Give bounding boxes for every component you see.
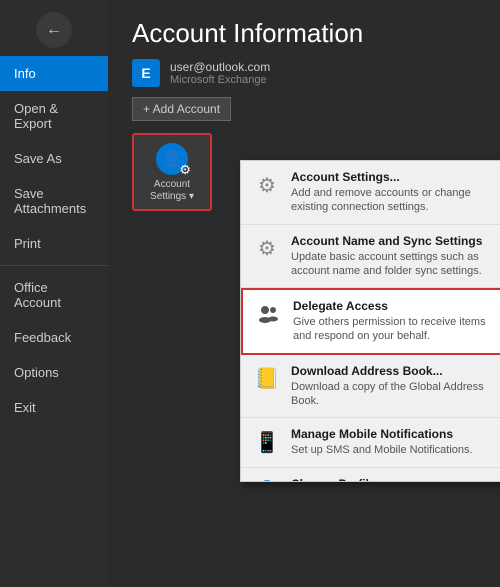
account-settings-title: Account Settings... — [291, 170, 497, 184]
account-type: Microsoft Exchange — [170, 74, 270, 86]
dropdown-item-mobile-notifications[interactable]: 📱 Manage Mobile Notifications Set up SMS… — [241, 418, 500, 467]
account-settings-icon: 👤 — [156, 143, 188, 175]
sidebar-item-office-account[interactable]: Office Account — [0, 270, 108, 320]
account-settings-desc: Add and remove accounts or change existi… — [291, 186, 497, 215]
account-bar: E user@outlook.com Microsoft Exchange — [108, 59, 500, 97]
people-icon — [255, 300, 283, 328]
gear-icon: ⚙ — [253, 171, 281, 199]
account-name-sync-desc: Update basic account settings such as ac… — [291, 250, 497, 279]
change-profile-title: Change Profile — [291, 477, 497, 481]
person-icon: 👤 — [253, 478, 281, 481]
delegate-access-desc: Give others permission to receive items … — [293, 315, 495, 344]
gear2-icon: ⚙ — [253, 235, 281, 263]
main-content: Account Information E user@outlook.com M… — [108, 0, 500, 587]
sidebar-item-save-as[interactable]: Save As — [0, 141, 108, 176]
dropdown-item-account-settings[interactable]: ⚙ Account Settings... Add and remove acc… — [241, 161, 500, 225]
account-settings-button[interactable]: 👤 Account Settings ▾ — [132, 133, 212, 211]
page-title: Account Information — [108, 0, 500, 59]
sidebar-item-info[interactable]: Info — [0, 56, 108, 91]
add-account-label: + Add Account — [143, 102, 220, 116]
download-address-book-desc: Download a copy of the Global Address Bo… — [291, 380, 497, 409]
add-account-button[interactable]: + Add Account — [132, 97, 231, 121]
account-settings-label: Account Settings ▾ — [140, 179, 204, 203]
sidebar-item-save-attachments[interactable]: Save Attachments — [0, 176, 108, 226]
phone-icon: 📱 — [253, 428, 281, 456]
dropdown-item-delegate-access[interactable]: Delegate Access Give others permission t… — [241, 288, 500, 355]
book-icon: 📒 — [253, 365, 281, 393]
mobile-notifications-desc: Set up SMS and Mobile Notifications. — [291, 443, 497, 457]
sidebar-item-print[interactable]: Print — [0, 226, 108, 261]
sidebar-item-exit[interactable]: Exit — [0, 390, 108, 425]
sidebar-item-feedback[interactable]: Feedback — [0, 320, 108, 355]
dropdown-item-account-name-sync[interactable]: ⚙ Account Name and Sync Settings Update … — [241, 225, 500, 289]
back-button[interactable]: ← — [36, 12, 72, 48]
sidebar: ← Info Open & Export Save As Save Attach… — [0, 0, 108, 587]
sidebar-item-open-export[interactable]: Open & Export — [0, 91, 108, 141]
mobile-notifications-title: Manage Mobile Notifications — [291, 427, 497, 441]
download-address-book-title: Download Address Book... — [291, 364, 497, 378]
account-settings-dropdown: ⚙ Account Settings... Add and remove acc… — [240, 160, 500, 482]
sidebar-item-options[interactable]: Options — [0, 355, 108, 390]
dropdown-scroll[interactable]: ⚙ Account Settings... Add and remove acc… — [241, 161, 500, 481]
dropdown-item-download-address-book[interactable]: 📒 Download Address Book... Download a co… — [241, 355, 500, 419]
exchange-icon: E — [132, 59, 160, 87]
sidebar-divider — [0, 265, 108, 266]
account-name-sync-title: Account Name and Sync Settings — [291, 234, 497, 248]
account-email: user@outlook.com — [170, 60, 270, 74]
delegate-access-title: Delegate Access — [293, 299, 495, 313]
back-icon: ← — [46, 21, 62, 39]
dropdown-item-change-profile[interactable]: 👤 Change Profile Restart Microsoft Outlo… — [241, 468, 500, 481]
